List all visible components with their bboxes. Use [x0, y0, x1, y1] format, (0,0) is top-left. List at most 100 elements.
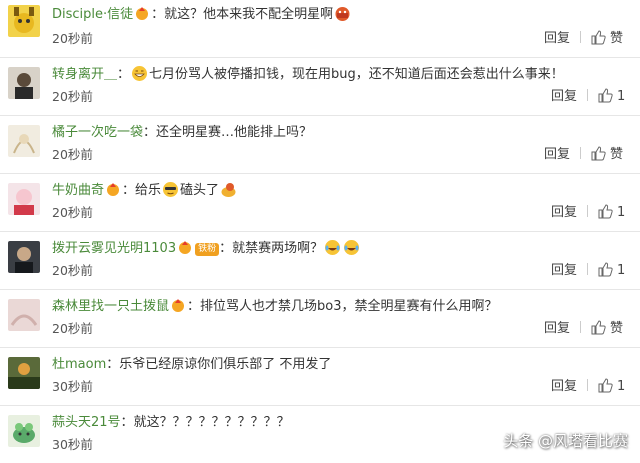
thumbs-up-icon	[591, 30, 606, 45]
avatar-image	[8, 5, 40, 37]
thumbs-up-icon	[598, 378, 613, 393]
comment-time: 20秒前	[52, 205, 93, 220]
fan-level-badge: 铁粉	[195, 243, 220, 256]
comment-time: 20秒前	[52, 89, 93, 104]
avatar-image	[8, 125, 40, 157]
kowtow-emoji-icon	[221, 183, 236, 197]
reply-button[interactable]: 回复	[551, 260, 577, 282]
separator: ：	[117, 67, 131, 82]
username[interactable]: 杜maom	[52, 357, 106, 372]
comment-time: 20秒前	[52, 31, 93, 46]
avatar[interactable]	[8, 125, 40, 157]
doge-emoji-icon	[335, 7, 350, 21]
divider	[587, 379, 589, 391]
like-button[interactable]: 1	[598, 202, 625, 224]
comment-text: 就这？？？？？？？？？？	[133, 415, 290, 430]
divider	[580, 31, 582, 43]
separator: ：	[151, 7, 165, 22]
reply-button[interactable]: 回复	[551, 202, 577, 224]
thumbs-up-icon	[598, 262, 613, 277]
avatar-image	[8, 67, 40, 99]
like-button[interactable]: 赞	[591, 28, 623, 50]
comment-item: 牛奶曲奇 ：给乐 磕头了 20秒前 回复 1	[0, 174, 640, 232]
grin-emoji-icon	[132, 66, 148, 81]
watermark: 头条 @风塔看比赛	[503, 432, 628, 450]
like-button[interactable]: 1	[598, 86, 625, 108]
comment-time: 30秒前	[52, 437, 93, 452]
comment-time: 30秒前	[52, 379, 93, 394]
laugh-cry-emoji-icon	[344, 240, 360, 255]
comment-text: 七月份骂人被停播扣钱，现在用bug，还不知道后面还会惹出什么事来！	[149, 67, 564, 82]
avatar[interactable]	[8, 5, 40, 37]
thumbs-up-icon	[591, 320, 606, 335]
reply-button[interactable]: 回复	[544, 28, 570, 50]
avatar[interactable]	[8, 357, 40, 389]
avatar[interactable]	[8, 241, 40, 273]
avatar-image	[8, 357, 40, 389]
avatar[interactable]	[8, 299, 40, 331]
comment-text: 乐爷已经原谅你们俱乐部了 不用发了	[119, 357, 332, 372]
thumbs-up-icon	[598, 88, 613, 103]
divider	[587, 205, 589, 217]
reply-button[interactable]: 回复	[544, 144, 570, 166]
avatar[interactable]	[8, 183, 40, 215]
username[interactable]: Disciple·信徒	[52, 7, 133, 22]
like-label: 赞	[610, 31, 624, 46]
cool-emoji-icon	[163, 182, 179, 197]
separator: ：	[122, 183, 136, 198]
comment-item: 森林里找一只土拨鼠 ：排位骂人也才禁几场bo3，禁全明星赛有什么用啊？ 20秒前 …	[0, 290, 640, 348]
comment-text-2: 磕头了	[180, 183, 220, 198]
avatar[interactable]	[8, 67, 40, 99]
avatar-image	[8, 241, 40, 273]
separator: ：	[143, 125, 157, 140]
divider	[587, 263, 589, 275]
like-button[interactable]: 1	[598, 376, 625, 398]
comment-time: 20秒前	[52, 321, 93, 336]
avatar-image	[8, 415, 40, 447]
username[interactable]: 牛奶曲奇	[52, 183, 104, 198]
avatar-image	[8, 299, 40, 331]
laugh-cry-emoji-icon	[325, 240, 341, 255]
separator: ：	[106, 357, 120, 372]
comment-text: 还全明星赛…他能排上吗？	[156, 125, 313, 140]
separator: ：	[187, 299, 201, 314]
like-count: 1	[617, 379, 626, 394]
separator: ：	[219, 241, 233, 256]
like-count: 1	[617, 89, 626, 104]
username[interactable]: 转身离开＿	[52, 67, 117, 82]
like-count: 1	[617, 205, 626, 220]
comment-text: 排位骂人也才禁几场bo3，禁全明星赛有什么用啊？	[200, 299, 498, 314]
comment-item: 拨开云雾见光明1103 铁粉 ：就禁赛两场啊？ 20秒前 回复 1	[0, 232, 640, 290]
like-button[interactable]: 赞	[591, 144, 623, 166]
comment-time: 20秒前	[52, 263, 93, 278]
like-button[interactable]: 赞	[591, 318, 623, 340]
fan-badge-icon	[172, 299, 185, 312]
comment-item: 转身离开＿： 七月份骂人被停播扣钱，现在用bug，还不知道后面还会惹出什么事来！ …	[0, 58, 640, 116]
comment-item: Disciple·信徒 ：就这？他本来我不配全明星啊 20秒前 回复 赞	[0, 0, 640, 58]
username[interactable]: 蒜头天21号	[52, 415, 121, 430]
username[interactable]: 拨开云雾见光明1103	[52, 241, 176, 256]
reply-button[interactable]: 回复	[551, 86, 577, 108]
thumbs-up-icon	[598, 204, 613, 219]
divider	[580, 147, 582, 159]
comment-text: 就这？他本来我不配全明星啊	[164, 7, 334, 22]
comment-text: 就禁赛两场啊？	[232, 241, 324, 256]
username[interactable]: 森林里找一只土拨鼠	[52, 299, 169, 314]
reply-button[interactable]: 回复	[551, 376, 577, 398]
avatar-image	[8, 183, 40, 215]
like-label: 赞	[610, 147, 624, 162]
fan-badge-icon	[107, 183, 120, 196]
comment-text: 给乐	[135, 183, 162, 198]
like-count: 1	[617, 263, 626, 278]
like-button[interactable]: 1	[598, 260, 625, 282]
comment-item: 杜maom：乐爷已经原谅你们俱乐部了 不用发了 30秒前 回复 1	[0, 348, 640, 406]
avatar[interactable]	[8, 415, 40, 447]
comment-time: 20秒前	[52, 147, 93, 162]
reply-button[interactable]: 回复	[544, 318, 570, 340]
like-label: 赞	[610, 321, 624, 336]
divider	[580, 321, 582, 333]
thumbs-up-icon	[591, 146, 606, 161]
username[interactable]: 橘子一次吃一袋	[52, 125, 143, 140]
divider	[587, 89, 589, 101]
fan-badge-icon	[179, 241, 192, 254]
